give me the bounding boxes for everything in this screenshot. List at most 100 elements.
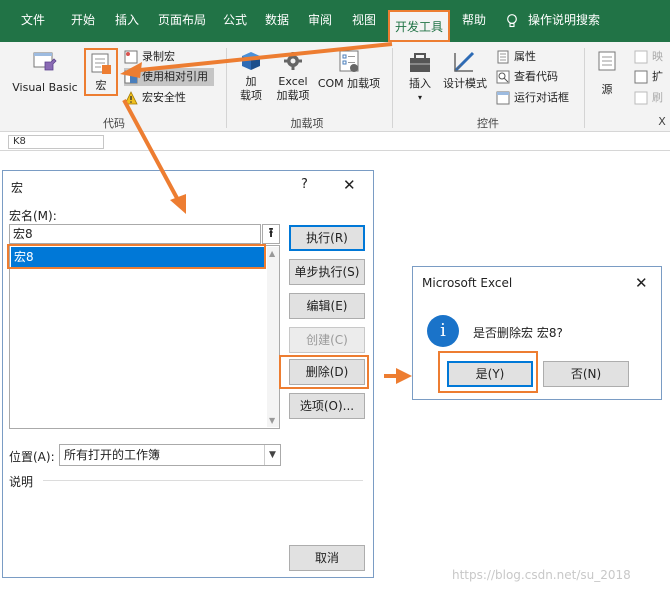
code-group-label: 代码 xyxy=(103,117,125,130)
addins-button[interactable]: 加 载项 xyxy=(234,50,268,103)
ribbon-body: Visual Basic 宏 录制宏 使用相对引用 宏安全性 代码 加 载项 E… xyxy=(0,42,670,132)
toolbox-icon xyxy=(410,53,430,72)
macro-security-label: 宏安全性 xyxy=(142,91,186,104)
tab-page-layout[interactable]: 页面布局 xyxy=(150,0,214,42)
run-dialog-button[interactable]: 运行对话框 xyxy=(496,89,569,107)
excel-addins-label-line1: Excel xyxy=(278,75,308,88)
group-separator xyxy=(226,48,227,128)
chevron-down-icon[interactable]: ▼ xyxy=(264,445,280,465)
record-macro-button[interactable]: 录制宏 xyxy=(124,48,175,66)
group-separator xyxy=(584,48,585,128)
addins-icon xyxy=(242,52,260,70)
list-scrollbar[interactable]: ▲ ▼ xyxy=(267,247,279,427)
map-label: 映 xyxy=(652,50,663,63)
view-code-label: 查看代码 xyxy=(514,70,558,83)
properties-icon xyxy=(497,50,509,64)
properties-label: 属性 xyxy=(514,50,536,63)
scroll-down-icon[interactable]: ▼ xyxy=(269,416,275,425)
location-label: 位置(A): xyxy=(9,450,55,464)
chevron-down-icon: ▾ xyxy=(417,93,422,102)
options-button[interactable]: 选项(O)... xyxy=(289,393,365,419)
warning-icon xyxy=(124,91,138,105)
com-addins-button[interactable]: COM 加载项 xyxy=(314,50,384,91)
group-separator xyxy=(392,48,393,128)
addins-label-line2: 载项 xyxy=(240,89,262,102)
highlight-box xyxy=(438,351,538,393)
no-button[interactable]: 否(N) xyxy=(543,361,629,387)
tell-me-search[interactable]: 操作说明搜索 xyxy=(524,0,604,42)
run-dialog-label: 运行对话框 xyxy=(514,91,569,104)
macro-name-input[interactable]: 宏8 xyxy=(9,224,261,244)
design-mode-label: 设计模式 xyxy=(443,77,487,90)
insert-control-label: 插入 xyxy=(409,77,431,90)
close-button[interactable]: ✕ xyxy=(343,176,356,194)
lightbulb-icon xyxy=(507,14,517,28)
design-mode-button[interactable]: 设计模式 xyxy=(440,50,490,91)
location-select[interactable]: 所有打开的工作簿 ▼ xyxy=(59,444,281,466)
run-dialog-icon xyxy=(496,91,510,105)
create-button[interactable]: 创建(C) xyxy=(289,327,365,353)
step-into-button[interactable]: 单步执行(S) xyxy=(289,259,365,285)
com-addins-icon xyxy=(339,50,359,72)
highlight-box xyxy=(279,355,369,389)
excel-addins-label-line2: 加载项 xyxy=(276,89,310,102)
insert-control-button[interactable]: 插入 ▾ xyxy=(400,50,440,105)
visual-basic-icon xyxy=(33,52,57,71)
confirm-delete-dialog: Microsoft Excel ✕ i 是否删除宏 宏8? 是(Y) 否(N) xyxy=(412,266,662,400)
scroll-up-icon[interactable]: ▲ xyxy=(269,249,275,258)
macro-security-button[interactable]: 宏安全性 xyxy=(124,89,186,107)
record-macro-icon xyxy=(124,50,138,64)
tab-review[interactable]: 审阅 xyxy=(298,0,342,42)
name-box[interactable]: K8 xyxy=(8,135,104,149)
expansion-packs-button[interactable]: 扩 xyxy=(634,68,663,86)
xml-source-label: 源 xyxy=(601,83,613,96)
confirm-message: 是否删除宏 宏8? xyxy=(473,326,563,340)
cancel-button[interactable]: 取消 xyxy=(289,545,365,571)
gear-icon xyxy=(284,52,302,70)
relative-references-icon xyxy=(124,70,138,84)
tab-insert[interactable]: 插入 xyxy=(104,0,150,42)
edit-button[interactable]: 编辑(E) xyxy=(289,293,365,319)
macro-dialog: 宏 ? ✕ 宏名(M): 宏8 ⭱ 宏8 ▲ ▼ 执行(R) 单步执行(S) 编… xyxy=(2,170,374,578)
formula-bar: K8 xyxy=(0,133,670,151)
addins-group-label: 加载项 xyxy=(290,117,324,130)
run-button[interactable]: 执行(R) xyxy=(289,225,365,251)
excel-addins-button[interactable]: Excel 加载项 xyxy=(272,50,314,103)
visual-basic-label: Visual Basic xyxy=(12,81,78,94)
watermark: https://blog.csdn.net/su_2018 xyxy=(452,568,631,582)
view-code-button[interactable]: 查看代码 xyxy=(496,68,558,86)
tab-home[interactable]: 开始 xyxy=(60,0,106,42)
tab-file[interactable]: 文件 xyxy=(10,0,56,42)
xml-source-icon xyxy=(598,51,616,71)
close-button[interactable]: ✕ xyxy=(635,274,648,292)
macro-list[interactable]: 宏8 ▲ ▼ xyxy=(9,245,280,429)
macros-button[interactable]: 宏 xyxy=(84,48,118,96)
view-code-icon xyxy=(496,70,510,84)
tab-formulas[interactable]: 公式 xyxy=(214,0,256,42)
macros-label: 宏 xyxy=(95,79,107,92)
confirm-dialog-title: Microsoft Excel xyxy=(422,276,513,290)
macro-dialog-title: 宏 xyxy=(11,181,24,195)
refresh-data-button[interactable]: 刷 xyxy=(634,89,663,107)
controls-group-label: 控件 xyxy=(477,117,499,130)
com-addins-label: COM 加载项 xyxy=(317,77,381,90)
help-button[interactable]: ? xyxy=(301,177,308,192)
macro-name-label: 宏名(M): xyxy=(9,209,57,223)
map-properties-button[interactable]: 映 xyxy=(634,48,663,66)
tab-help[interactable]: 帮助 xyxy=(454,0,494,42)
visual-basic-button[interactable]: Visual Basic xyxy=(12,50,78,95)
map-icon xyxy=(634,50,648,64)
collapse-up-button[interactable]: ⭱ xyxy=(262,224,280,244)
xml-group-label: X xyxy=(658,115,666,128)
tab-data[interactable]: 数据 xyxy=(256,0,298,42)
xml-source-button[interactable]: 源 xyxy=(592,50,622,97)
highlight-box xyxy=(7,244,266,269)
record-macro-label: 录制宏 xyxy=(142,50,175,63)
refresh-label: 刷 xyxy=(652,91,663,104)
properties-button[interactable]: 属性 xyxy=(496,48,536,66)
relative-references-button[interactable]: 使用相对引用 xyxy=(124,68,214,86)
tab-developer[interactable]: 开发工具 xyxy=(388,10,450,42)
addins-label-line1: 加 xyxy=(245,75,257,88)
tab-view[interactable]: 视图 xyxy=(342,0,386,42)
description-label: 说明 xyxy=(9,475,34,489)
